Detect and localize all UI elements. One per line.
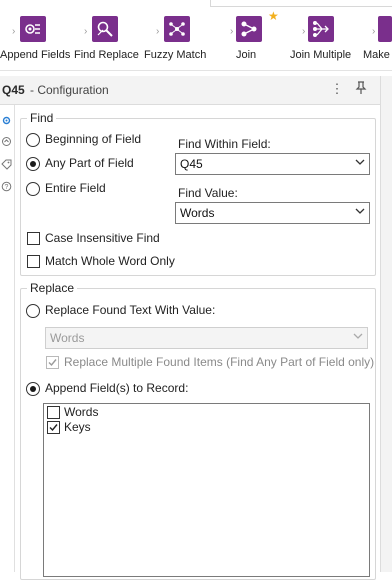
star-icon: ★ <box>268 9 279 23</box>
chevron-down-icon <box>353 333 363 339</box>
find-within-dropdown[interactable]: Q45 <box>175 153 370 175</box>
more-vertical-icon[interactable]: ⋮ <box>329 81 345 97</box>
config-side-rail: ? <box>0 105 15 572</box>
tool-join-multiple[interactable]: › Join Multiple <box>290 16 358 66</box>
case-insensitive-checkbox[interactable] <box>27 232 40 245</box>
chevron-right-icon: › <box>302 26 306 37</box>
tool-label: Fuzzy Match <box>144 49 207 61</box>
chevron-right-icon: › <box>372 26 376 37</box>
tool-append-fields[interactable]: › Append Fields <box>0 16 70 66</box>
find-replace-icon <box>92 16 118 42</box>
dropdown-value: Q45 <box>180 157 203 171</box>
checkbox-label: Replace Multiple Found Items (Find Any P… <box>64 355 375 369</box>
replace-value-dropdown[interactable]: Words <box>45 327 368 349</box>
tool-label: Append Fields <box>0 49 71 61</box>
find-within-label: Find Within Field: <box>178 137 271 151</box>
field-checkbox-keys[interactable] <box>47 421 60 434</box>
chevron-right-icon: › <box>156 26 160 37</box>
configuration-header: Q45 - Configuration ⋮ <box>0 76 380 105</box>
find-value-dropdown[interactable]: Words <box>175 202 370 224</box>
annotation-icon[interactable] <box>1 136 12 147</box>
configuration-title: - Configuration <box>30 83 109 97</box>
chevron-down-icon <box>355 208 365 214</box>
radio-any-part-of-field[interactable] <box>26 157 40 171</box>
append-fields-list[interactable] <box>43 403 370 577</box>
field-checkbox-words[interactable] <box>47 406 60 419</box>
checkbox-label: Match Whole Word Only <box>45 254 175 268</box>
list-item: Words <box>64 405 99 419</box>
join-icon <box>236 16 262 42</box>
find-value-label: Find Value: <box>178 186 238 200</box>
radio-label: Any Part of Field <box>45 156 134 170</box>
tool-find-replace[interactable]: › Find Replace <box>74 16 140 66</box>
chevron-right-icon: › <box>84 26 88 37</box>
tool-label: Join <box>236 49 257 61</box>
find-legend: Find <box>27 111 57 125</box>
gear-icon[interactable] <box>1 115 12 126</box>
list-item: Keys <box>64 420 91 434</box>
checkbox-label: Case Insensitive Find <box>45 231 160 245</box>
dropdown-value: Words <box>180 206 215 220</box>
radio-label: Append Field(s) to Record: <box>45 381 189 395</box>
join-multiple-icon <box>308 16 334 42</box>
chevron-right-icon: › <box>12 26 16 37</box>
ribbon-top-divider <box>210 0 392 7</box>
tool-label: Find Replace <box>74 49 139 61</box>
match-whole-word-checkbox[interactable] <box>27 255 40 268</box>
chevron-down-icon <box>355 159 365 165</box>
tool-label: Make G <box>363 49 392 61</box>
radio-label: Replace Found Text With Value: <box>45 303 216 317</box>
radio-beginning-of-field[interactable] <box>26 133 40 147</box>
radio-entire-field[interactable] <box>26 182 40 196</box>
replace-legend: Replace <box>27 281 78 295</box>
radio-append-fields[interactable] <box>26 382 40 396</box>
chevron-right-icon: › <box>230 26 234 37</box>
fuzzy-match-icon <box>164 16 190 42</box>
panel-edge <box>380 76 392 572</box>
radio-replace-found-text[interactable] <box>26 304 40 318</box>
replace-multiple-checkbox[interactable] <box>46 356 59 369</box>
tool-label: Join Multiple <box>290 49 352 61</box>
tool-fuzzy-match[interactable]: › Fuzzy Match <box>144 16 212 66</box>
svg-text:?: ? <box>5 184 9 191</box>
tool-join[interactable]: › Join <box>230 16 276 66</box>
tool-id: Q45 <box>2 83 25 97</box>
append-fields-icon <box>20 16 46 42</box>
make-group-icon <box>378 16 392 42</box>
tool-make-group[interactable]: › Make G <box>363 16 392 66</box>
dropdown-value: Words <box>50 331 85 345</box>
tool-ribbon: › Append Fields › Find Replace › Fuzzy M… <box>0 0 392 71</box>
tag-icon[interactable] <box>1 159 12 170</box>
radio-label: Beginning of Field <box>45 132 142 146</box>
help-icon[interactable]: ? <box>1 181 12 192</box>
pin-icon[interactable] <box>353 81 369 97</box>
radio-label: Entire Field <box>45 181 106 195</box>
